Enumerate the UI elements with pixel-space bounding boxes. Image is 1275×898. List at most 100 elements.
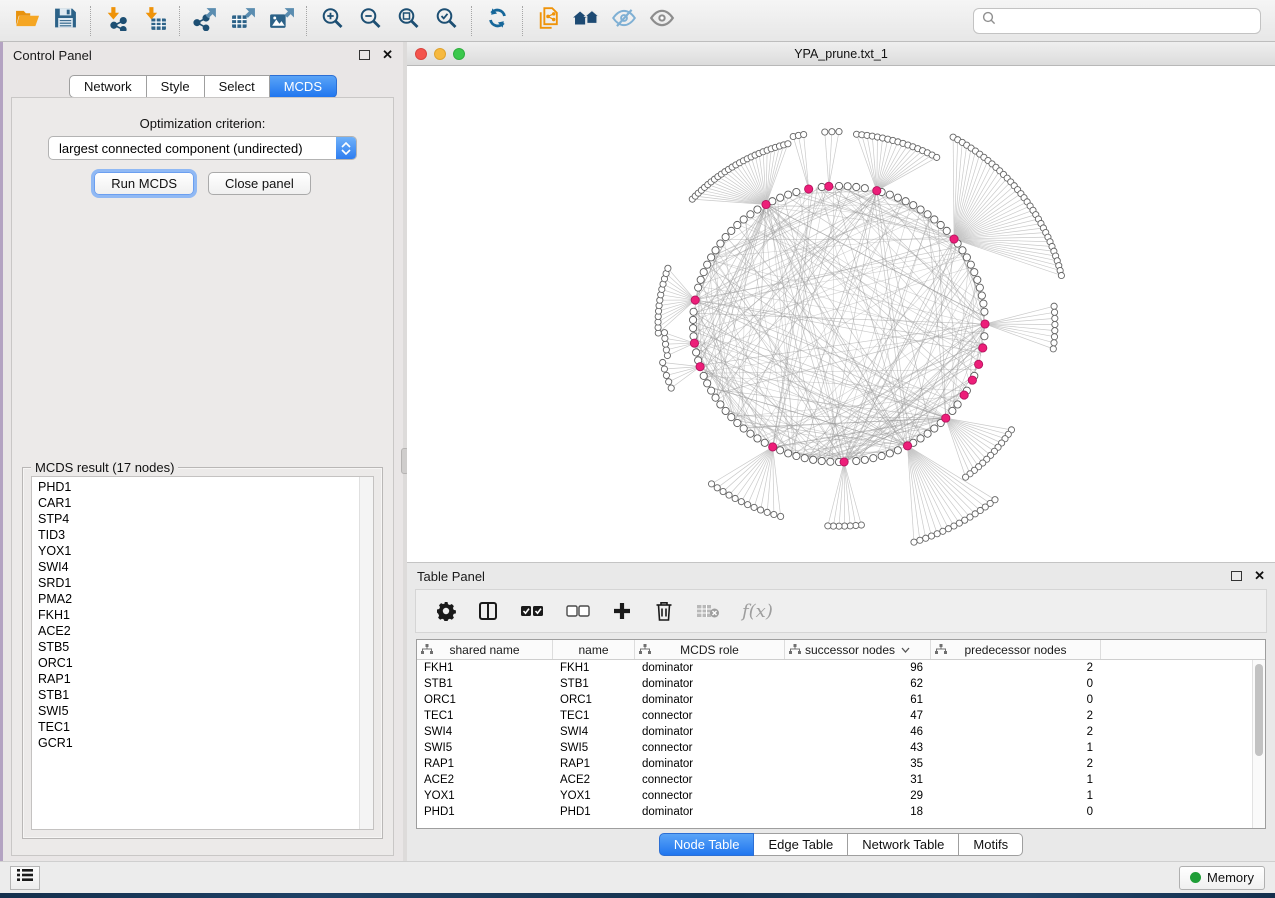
column-header-successor-nodes[interactable]: successor nodes [785,640,931,659]
table-cell: 35 [785,756,931,772]
table-scrollbar[interactable] [1252,660,1265,828]
table-row[interactable]: ORC1ORC1dominator610 [417,692,1252,708]
tab-style[interactable]: Style [147,75,205,98]
function-builder-icon[interactable]: f(x) [742,598,773,624]
mcds-result-item[interactable]: GCR1 [32,735,359,751]
tab-network[interactable]: Network [69,75,147,98]
control-panel-titlebar: Control Panel ✕ [3,42,403,68]
table-cell: ACE2 [417,772,553,788]
table-cell: connector [635,740,785,756]
column-header-predecessor-nodes[interactable]: predecessor nodes [931,640,1101,659]
zoom-in-button[interactable] [313,4,351,38]
mcds-result-item[interactable]: ORC1 [32,655,359,671]
table-cell: 2 [931,660,1101,676]
zoom-fit-button[interactable] [389,4,427,38]
houses-icon [572,6,600,35]
mcds-result-list[interactable]: PHD1CAR1STP4TID3YOX1SWI4SRD1PMA2FKH1ACE2… [31,476,374,830]
float-panel-icon[interactable] [359,50,370,60]
settings-gear-icon[interactable] [436,598,456,624]
mcds-result-item[interactable]: STB5 [32,639,359,655]
close-panel-icon[interactable]: ✕ [382,50,393,60]
mcds-result-item[interactable]: YOX1 [32,543,359,559]
control-panel-title: Control Panel [13,48,92,63]
optimization-criterion-select[interactable]: largest connected component (undirected) [48,136,357,160]
split-view-icon[interactable] [478,598,498,624]
memory-label: Memory [1207,870,1254,885]
close-panel-button[interactable]: Close panel [208,172,311,195]
zoom-out-icon [358,6,383,35]
table-row[interactable]: PHD1PHD1dominator180 [417,804,1252,820]
export-table-button[interactable] [224,4,262,38]
table-row[interactable]: FKH1FKH1dominator962 [417,660,1252,676]
tab-network-table[interactable]: Network Table [848,833,959,856]
table-row[interactable]: YOX1YOX1connector291 [417,788,1252,804]
tab-node-table[interactable]: Node Table [659,833,755,856]
export-table-icon [230,6,257,36]
refresh-button[interactable] [478,4,516,38]
mcds-result-item[interactable]: PHD1 [32,479,359,495]
deselect-all-icon[interactable] [566,598,590,624]
tab-motifs[interactable]: Motifs [959,833,1023,856]
mcds-result-item[interactable]: ACE2 [32,623,359,639]
mcds-list-scrollbar[interactable] [359,477,373,829]
mcds-result-item[interactable]: TEC1 [32,719,359,735]
column-header-MCDS-role[interactable]: MCDS role [635,640,785,659]
mcds-result-item[interactable]: SWI5 [32,703,359,719]
mcds-result-item[interactable]: CAR1 [32,495,359,511]
open-button[interactable] [8,4,46,38]
hide-selected-button[interactable] [605,4,643,38]
mcds-result-item[interactable]: FKH1 [32,607,359,623]
network-canvas[interactable] [407,66,1275,562]
table-row[interactable]: TEC1TEC1connector472 [417,708,1252,724]
tab-edge-table[interactable]: Edge Table [754,833,848,856]
table-cell: dominator [635,804,785,820]
mcds-result-item[interactable]: RAP1 [32,671,359,687]
export-image-button[interactable] [262,4,300,38]
tab-mcds[interactable]: MCDS [270,75,337,98]
memory-button[interactable]: Memory [1179,866,1265,890]
table-scrollbar-thumb[interactable] [1255,664,1263,756]
node-table: shared namenameMCDS rolesuccessor nodesp… [416,639,1266,829]
float-panel-icon[interactable] [1231,571,1242,581]
select-all-icon[interactable] [520,598,544,624]
table-cell: 2 [931,708,1101,724]
show-all-button[interactable] [643,4,681,38]
toolbar-separator [90,6,91,36]
control-panel: Control Panel ✕ NetworkStyleSelectMCDS O… [3,42,403,861]
table-row[interactable]: ACE2ACE2connector311 [417,772,1252,788]
mcds-result-item[interactable]: STB1 [32,687,359,703]
column-header-shared-name[interactable]: shared name [417,640,553,659]
column-header-name[interactable]: name [553,640,635,659]
table-cell: 46 [785,724,931,740]
table-row[interactable]: STB1STB1dominator620 [417,676,1252,692]
tab-select[interactable]: Select [205,75,270,98]
mcds-result-item[interactable]: STP4 [32,511,359,527]
table-cell: ACE2 [553,772,635,788]
import-network-button[interactable] [97,4,135,38]
memory-status-dot [1190,872,1201,883]
delete-table-icon[interactable] [696,598,720,624]
run-mcds-button[interactable]: Run MCDS [94,172,194,195]
zoom-out-button[interactable] [351,4,389,38]
delete-column-icon[interactable] [654,598,674,624]
network-window-titlebar[interactable]: YPA_prune.txt_1 [407,42,1275,66]
table-row[interactable]: SWI5SWI5connector431 [417,740,1252,756]
search-input[interactable] [1002,13,1252,28]
mcds-result-item[interactable]: SWI4 [32,559,359,575]
import-table-button[interactable] [135,4,173,38]
mcds-result-item[interactable]: PMA2 [32,591,359,607]
table-row[interactable]: RAP1RAP1dominator352 [417,756,1252,772]
add-column-icon[interactable] [612,598,632,624]
duplicate-network-button[interactable] [529,4,567,38]
first-neighbors-button[interactable] [567,4,605,38]
mcds-result-item[interactable]: TID3 [32,527,359,543]
search-field[interactable] [973,8,1261,34]
zoom-selected-button[interactable] [427,4,465,38]
mcds-result-item[interactable]: SRD1 [32,575,359,591]
export-network-button[interactable] [186,4,224,38]
table-row[interactable]: SWI4SWI4dominator462 [417,724,1252,740]
table-cell: 18 [785,804,931,820]
log-console-button[interactable] [10,866,40,890]
close-panel-icon[interactable]: ✕ [1254,571,1265,581]
save-button[interactable] [46,4,84,38]
